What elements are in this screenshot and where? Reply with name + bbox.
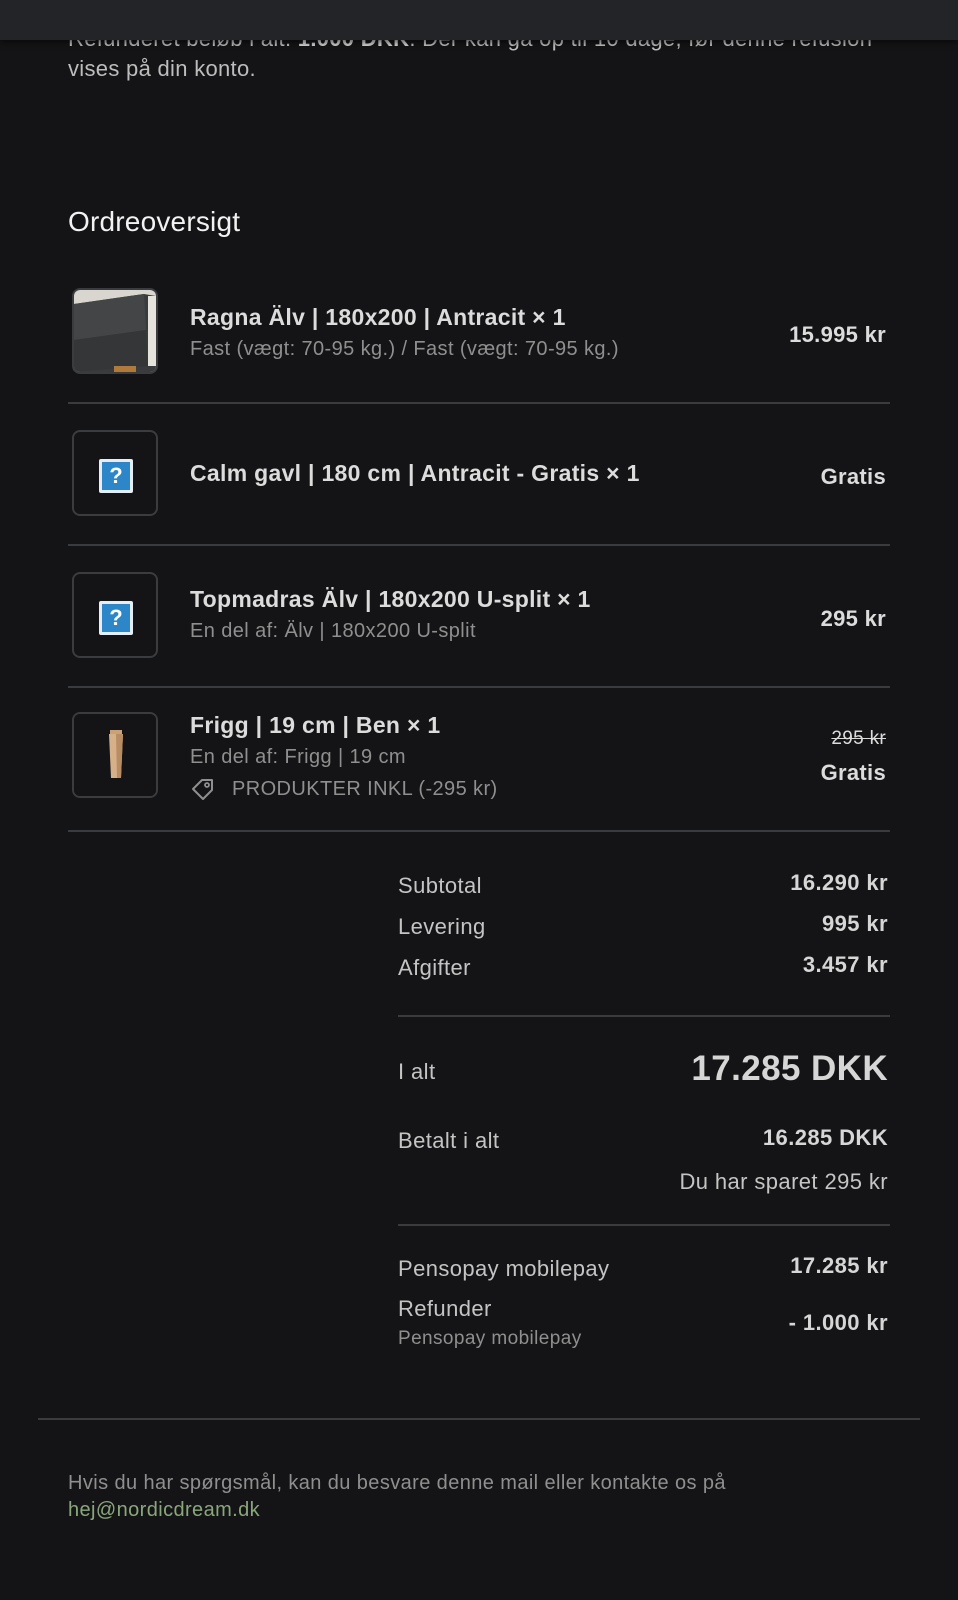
item-subtitle: Fast (vægt: 70-95 kg.) / Fast (vægt: 70-… — [190, 338, 619, 360]
discount-label: PRODUKTER INKL (-295 kr) — [232, 778, 498, 800]
divider — [68, 830, 890, 832]
taxes-label: Afgifter — [398, 955, 471, 980]
shipping-value: 995 kr — [821, 911, 888, 936]
item-subtitle: En del af: Älv | 180x200 U-split — [190, 620, 476, 642]
payment-value: 17.285 kr — [790, 1253, 888, 1278]
footer-text: Hvis du har spørgsmål, kan du besvare de… — [68, 1472, 726, 1494]
taxes-value: 3.457 kr — [802, 952, 888, 977]
order-summary-title: Ordreoversigt — [68, 206, 241, 237]
top-bar — [0, 0, 958, 40]
item-subtitle: En del af: Frigg | 19 cm — [190, 746, 406, 768]
item-name: Ragna Älv | 180x200 | Antracit × 1 — [190, 304, 566, 330]
total-value: 17.285 DKK — [691, 1049, 888, 1088]
item-price: Gratis — [820, 760, 886, 785]
wooden-leg-image — [72, 712, 158, 798]
missing-image-icon: ? — [72, 572, 158, 658]
missing-image-icon: ? — [72, 430, 158, 516]
refund-label: Refunder — [398, 1296, 492, 1321]
item-name: Frigg | 19 cm | Ben × 1 — [190, 712, 441, 738]
divider — [398, 1015, 890, 1017]
divider — [68, 686, 890, 688]
item-name: Calm gavl | 180 cm | Antracit - Gratis ×… — [190, 460, 640, 486]
footer: Hvis du har spørgsmål, kan du besvare de… — [68, 1470, 890, 1524]
shipping-label: Levering — [398, 914, 486, 939]
item-price: 15.995 kr — [789, 322, 886, 347]
total-label: I alt — [398, 1059, 436, 1084]
divider — [398, 1224, 890, 1226]
subtotal-label: Subtotal — [398, 873, 482, 898]
divider — [68, 544, 890, 546]
payment-label: Pensopay mobilepay — [398, 1256, 610, 1281]
refund-method: Pensopay mobilepay — [398, 1328, 582, 1349]
item-name: Topmadras Älv | 180x200 U-split × 1 — [190, 586, 591, 612]
paid-label: Betalt i alt — [398, 1128, 500, 1153]
bed-image — [72, 288, 158, 374]
refund-value: - 1.000 kr — [788, 1310, 888, 1335]
divider — [68, 402, 890, 404]
tag-icon — [192, 779, 213, 800]
item-price: 295 kr — [820, 606, 886, 631]
item-original-price: 295 kr — [831, 728, 886, 749]
item-price: Gratis — [820, 464, 886, 489]
subtotal-value: 16.290 kr — [790, 870, 888, 895]
footer-divider — [38, 1418, 920, 1420]
savings-text: Du har sparet 295 kr — [679, 1169, 888, 1194]
contact-email-link[interactable]: hej@nordicdream.dk — [68, 1499, 260, 1521]
paid-value: 16.285 DKK — [762, 1125, 888, 1150]
